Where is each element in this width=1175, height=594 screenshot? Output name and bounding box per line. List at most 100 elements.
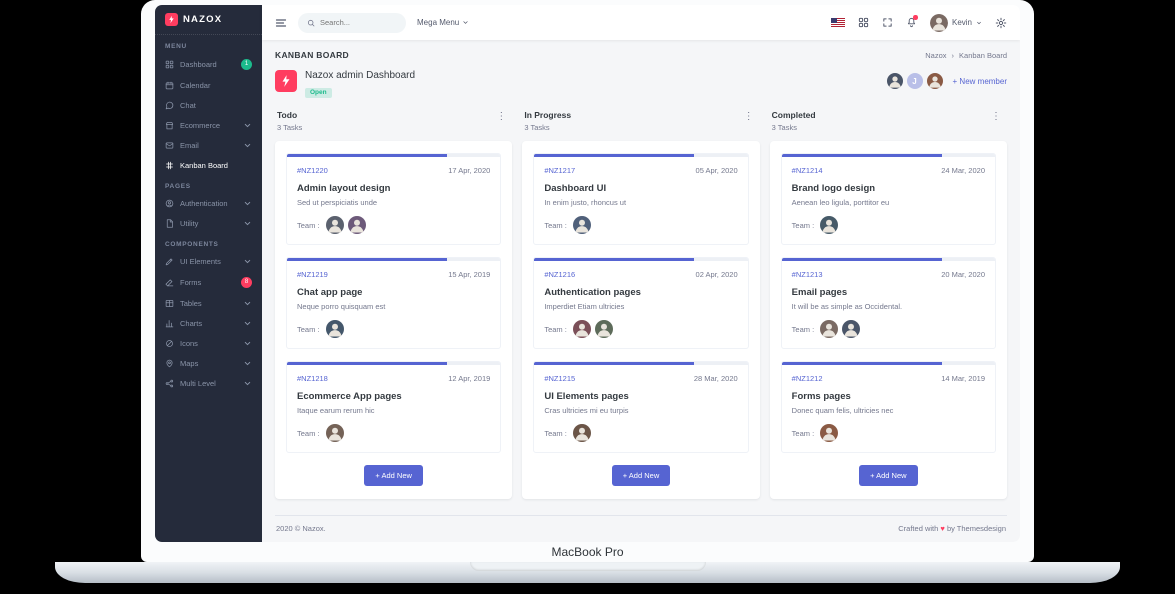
member-avatar[interactable] — [886, 73, 903, 89]
sidebar-section-label: PAGES — [165, 183, 191, 190]
sidebar-item-label: Tables — [180, 298, 202, 308]
task-title[interactable]: Forms pages — [792, 391, 985, 402]
task-title[interactable]: Email pages — [792, 287, 985, 298]
add-new-button[interactable]: + Add New — [364, 465, 423, 486]
task-id[interactable]: #NZ1213 — [792, 270, 823, 279]
sidebar-item-calendar[interactable]: Calendar — [155, 75, 262, 95]
apps-grid-button[interactable] — [858, 17, 869, 28]
task-id[interactable]: #NZ1219 — [297, 270, 328, 279]
team-label: Team : — [297, 324, 320, 334]
team-label: Team : — [544, 220, 567, 230]
task-title[interactable]: Admin layout design — [297, 183, 490, 194]
ui-icon — [165, 258, 173, 265]
sidebar-item-utility[interactable]: Utility — [155, 213, 262, 233]
team-label: Team : — [544, 324, 567, 334]
sidebar-item-forms[interactable]: Forms 8 — [155, 271, 262, 293]
settings-button[interactable] — [995, 17, 1007, 29]
task-id[interactable]: #NZ1214 — [792, 166, 823, 175]
task-title[interactable]: Chat app page — [297, 287, 490, 298]
sidebar-item-label: Email — [180, 140, 199, 150]
column-menu-icon[interactable]: ⋮ — [987, 110, 1005, 124]
sidebar-item-maps[interactable]: Maps — [155, 353, 262, 373]
task-description: Itaque earum rerum hic — [297, 406, 375, 415]
task-card[interactable]: #NZ1217 05 Apr, 2020 Dashboard UI In eni… — [533, 153, 749, 245]
member-avatar[interactable] — [926, 73, 943, 89]
task-id[interactable]: #NZ1218 — [297, 374, 328, 383]
sidebar-item-ui-elements[interactable]: UI Elements — [155, 251, 262, 271]
breadcrumb: Nazox › Kanban Board — [925, 51, 1007, 60]
add-new-button[interactable]: + Add New — [611, 465, 671, 486]
board-members: J — [886, 73, 943, 89]
task-card[interactable]: #NZ1212 14 Mar, 2019 Forms pages Donec q… — [780, 361, 996, 453]
screen: NAZOX MENU Dashboard 1 Calendar Chat Ecommerc… — [155, 5, 1020, 542]
sidebar-item-tables[interactable]: Tables — [155, 293, 262, 313]
task-card[interactable]: #NZ1219 15 Apr, 2019 Chat app page Neque… — [286, 257, 502, 349]
task-date: 02 Apr, 2020 — [695, 270, 738, 279]
add-new-button[interactable]: + Add New — [859, 465, 918, 486]
sidebar: NAZOX MENU Dashboard 1 Calendar Chat Ecommerc… — [155, 5, 262, 542]
member-initial-avatar[interactable]: J — [906, 73, 923, 89]
kanban-column-in-progress: In Progress 3 Tasks ⋮ #NZ1217 05 Apr, 20… — [522, 110, 760, 499]
utility-icon — [166, 218, 173, 228]
add-new-label: + Add New — [870, 471, 907, 480]
avatar — [325, 424, 344, 442]
task-title[interactable]: Authentication pages — [544, 287, 737, 298]
task-card[interactable]: #NZ1220 17 Apr, 2020 Admin layout design… — [286, 153, 502, 245]
avatar — [347, 216, 366, 234]
task-description: It will be as simple as Occidental. — [791, 302, 903, 311]
task-title[interactable]: Ecommerce App pages — [297, 391, 490, 402]
search-input[interactable] — [320, 18, 394, 27]
avatar — [594, 320, 613, 338]
column-panel: #NZ1220 17 Apr, 2020 Admin layout design… — [275, 141, 513, 499]
sidebar-item-email[interactable]: Email — [155, 135, 262, 155]
task-id[interactable]: #NZ1220 — [297, 166, 328, 175]
task-id[interactable]: #NZ1217 — [544, 166, 575, 175]
sidebar-item-label: UI Elements — [180, 256, 221, 266]
column-menu-icon[interactable]: ⋮ — [740, 110, 758, 124]
task-card[interactable]: #NZ1214 24 Mar, 2020 Brand logo design A… — [780, 153, 996, 245]
chevron-down-icon — [244, 123, 251, 127]
task-title[interactable]: Brand logo design — [792, 183, 985, 194]
task-team: Team : — [544, 320, 737, 338]
team-label: Team : — [791, 220, 815, 230]
notification-dot — [913, 15, 918, 20]
sidebar-item-chat[interactable]: Chat — [155, 95, 262, 115]
chevron-down-icon — [243, 299, 252, 308]
task-description: Imperdiet Etiam ultricies — [544, 302, 625, 311]
logo[interactable]: NAZOX — [155, 5, 262, 35]
chevron-down-icon — [243, 379, 252, 388]
avatar — [572, 424, 591, 442]
task-id[interactable]: #NZ1212 — [792, 374, 823, 383]
task-id[interactable]: #NZ1215 — [544, 374, 575, 383]
us-flag-icon[interactable] — [830, 18, 845, 27]
task-card[interactable]: #NZ1215 28 Mar, 2020 UI Elements pages C… — [533, 361, 749, 453]
sidebar-item-authentication[interactable]: Authentication — [155, 193, 262, 213]
search-icon — [307, 19, 315, 26]
sidebar-item-icons[interactable]: Icons — [155, 333, 262, 353]
task-card[interactable]: #NZ1218 12 Apr, 2019 Ecommerce App pages… — [286, 361, 502, 453]
avatar — [929, 13, 948, 32]
sidebar-item-charts[interactable]: Charts — [155, 313, 262, 333]
notifications-button[interactable] — [906, 15, 918, 28]
task-id[interactable]: #NZ1216 — [544, 270, 575, 279]
task-title[interactable]: Dashboard UI — [544, 183, 737, 194]
new-member-button[interactable]: + New member — [953, 77, 1007, 86]
sidebar-item-multi-level[interactable]: Multi Level — [155, 373, 262, 393]
sidebar-item-dashboard[interactable]: Dashboard 1 — [155, 53, 262, 75]
avatar — [886, 73, 903, 89]
task-title[interactable]: UI Elements pages — [544, 391, 737, 402]
mega-menu-button[interactable]: Mega Menu — [417, 18, 469, 27]
search-box[interactable] — [298, 12, 406, 33]
task-description: Aenean leo ligula, porttitor eu — [791, 198, 890, 207]
breadcrumb-item[interactable]: Nazox — [925, 51, 946, 60]
sidebar-item-label: Authentication — [180, 198, 228, 208]
fullscreen-button[interactable] — [882, 17, 893, 28]
column-menu-icon[interactable]: ⋮ — [492, 110, 510, 124]
sidebar-item-ecommerce[interactable]: Ecommerce — [155, 115, 262, 135]
tables-icon — [165, 299, 174, 307]
user-menu[interactable]: Kevin — [929, 13, 982, 32]
task-card[interactable]: #NZ1213 20 Mar, 2020 Email pages It will… — [780, 257, 996, 349]
menu-toggle-button[interactable] — [275, 17, 287, 29]
sidebar-item-kanban-board[interactable]: Kanban Board — [155, 155, 262, 175]
task-card[interactable]: #NZ1216 02 Apr, 2020 Authentication page… — [533, 257, 749, 349]
